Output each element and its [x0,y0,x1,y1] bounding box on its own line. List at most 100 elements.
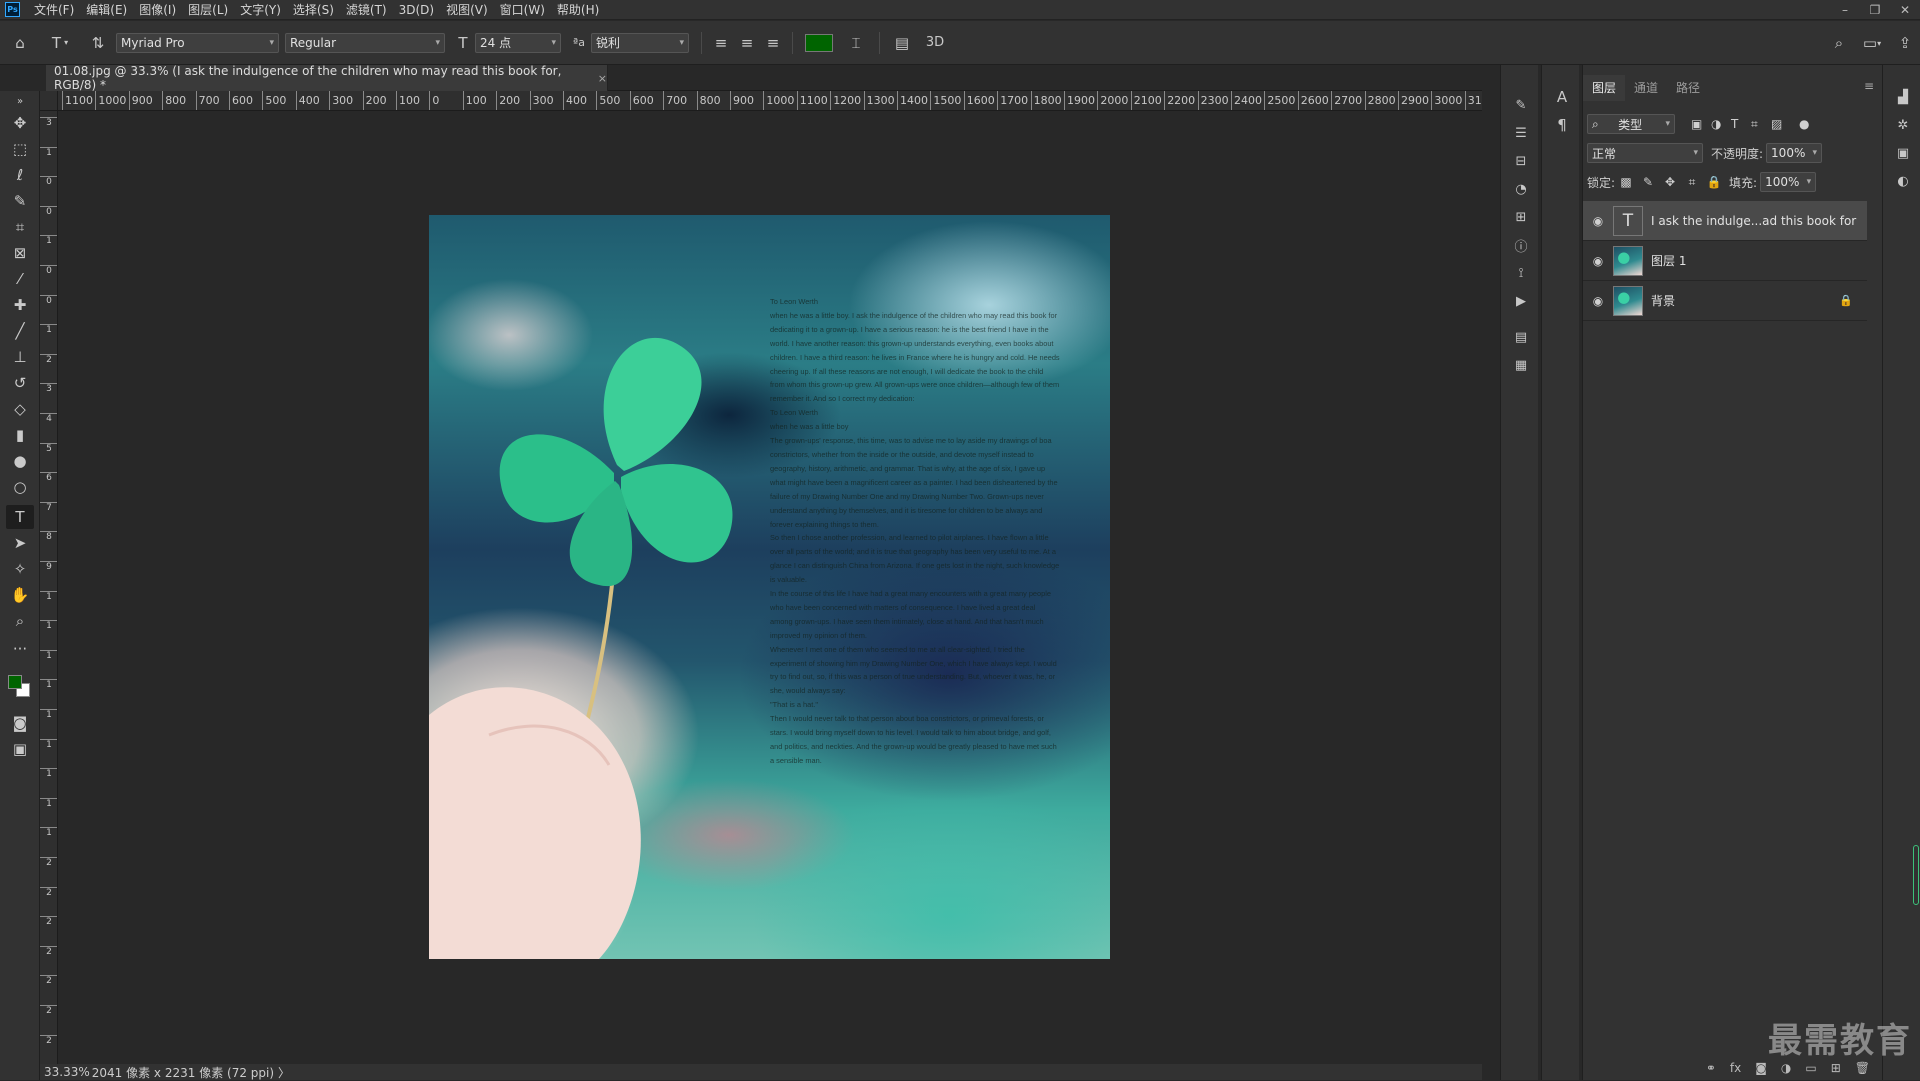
properties-icon[interactable]: ▣ [1892,143,1914,163]
lock-all-icon[interactable]: 🔒 [1703,175,1725,189]
filter-pixel-icon[interactable]: ▣ [1691,117,1711,131]
restore-icon[interactable]: ❐ [1860,0,1890,20]
navigator-icon[interactable]: ✲ [1892,115,1914,135]
minimize-icon[interactable]: – [1830,0,1860,20]
link-layers-icon[interactable]: ⚭ [1706,1061,1716,1075]
screen-mode-icon[interactable]: ▣ [6,737,34,761]
vertical-ruler[interactable]: 31001001234567891111111112222222 [40,111,58,1064]
font-size-select[interactable]: 24 点▾ [475,33,561,53]
channels-icon[interactable]: ⊞ [1510,207,1532,227]
document-tab[interactable]: 01.08.jpg @ 33.3% (I ask the indulgence … [46,65,608,91]
history-brush-tool-icon[interactable]: ↺ [6,371,34,395]
eye-icon[interactable]: ◉ [1583,254,1613,268]
3d-button[interactable]: 3D [918,29,952,57]
quick-select-tool-icon[interactable]: ✎ [6,189,34,213]
menu-select[interactable]: 选择(S) [287,0,340,20]
shape-tool-icon[interactable]: ✧ [6,557,34,581]
collapse-arrows-icon[interactable]: » [6,95,34,107]
delete-layer-icon[interactable]: 🗑 [1855,1061,1870,1075]
lock-artboard-icon[interactable]: ⌗ [1681,175,1703,190]
align-right-icon[interactable]: ≡ [760,29,786,57]
new-group-icon[interactable]: ▭ [1805,1061,1816,1075]
lock-image-icon[interactable]: ✎ [1637,175,1659,189]
search-icon[interactable]: ⌕ [1824,29,1854,57]
fill-input[interactable]: 100%▾ [1760,172,1816,192]
eye-icon[interactable]: ◉ [1583,294,1613,308]
font-style-select[interactable]: Regular▾ [285,33,445,53]
hand-tool-icon[interactable]: ✋ [6,583,34,607]
menu-edit[interactable]: 编辑(E) [80,0,133,20]
toggle-text-orientation-icon[interactable]: ⇅ [80,29,116,57]
brush-settings-icon[interactable]: ✎ [1510,95,1532,115]
filter-toggle-icon[interactable]: ● [1799,117,1819,131]
actions-play-icon[interactable]: ▶ [1510,291,1532,311]
opacity-input[interactable]: 100%▾ [1766,143,1822,163]
menu-image[interactable]: 图像(I) [133,0,182,20]
ruler-origin[interactable] [40,91,58,111]
status-menu-arrow[interactable]: 〉 [278,1064,290,1081]
warp-text-icon[interactable]: ⌶ [839,29,873,57]
menu-filter[interactable]: 滤镜(T) [340,0,393,20]
type-tool-preset-icon[interactable]: T▾ [40,29,80,57]
paths-icon[interactable]: ⟟ [1510,263,1532,283]
move-tool-icon[interactable]: ✥ [6,111,34,135]
marquee-tool-icon[interactable]: ⬚ [6,137,34,161]
zoom-tool-icon[interactable]: ⌕ [6,609,34,633]
menu-view[interactable]: 视图(V) [440,0,494,20]
menu-type[interactable]: 文字(Y) [234,0,287,20]
filter-shape-icon[interactable]: ⌗ [1751,117,1771,132]
info-icon[interactable]: ⓘ [1510,235,1532,255]
history-icon[interactable]: ◔ [1510,179,1532,199]
swatches-icon[interactable]: ◐ [1892,171,1914,191]
document-text-layer[interactable]: To Leon Werthwhen he was a little boy. I… [770,295,1060,768]
more-tools-icon[interactable]: ··· [6,637,34,661]
eyedropper-tool-icon[interactable]: ⁄ [6,267,34,291]
align-center-icon[interactable]: ≡ [734,29,760,57]
filter-smart-object-icon[interactable]: ▨ [1771,117,1791,131]
scroll-indicator[interactable] [1913,845,1919,905]
menu-help[interactable]: 帮助(H) [551,0,605,20]
paragraph-icon[interactable]: ¶ [1551,115,1573,135]
gradient-tool-icon[interactable]: ▮ [6,423,34,447]
menu-layer[interactable]: 图层(L) [182,0,234,20]
tab-channels[interactable]: 通道 [1625,75,1667,101]
workspace-icon[interactable]: ▭▾ [1854,29,1890,57]
color-swatches[interactable] [6,671,34,703]
clone-stamp-tool-icon[interactable]: ⊥ [6,345,34,369]
menu-window[interactable]: 窗口(W) [494,0,551,20]
foreground-color-swatch[interactable] [8,675,22,689]
home-icon[interactable]: ⌂ [0,29,40,57]
panel-menu-icon[interactable]: ≡ [1864,79,1874,93]
histogram-icon[interactable]: ▟ [1892,87,1914,107]
horizontal-ruler[interactable]: 1100100090080070060050040030020010001002… [58,91,1482,111]
antialias-select[interactable]: 锐利▾ [591,33,689,53]
lasso-tool-icon[interactable]: ℓ [6,163,34,187]
add-mask-icon[interactable]: ◙ [1755,1061,1767,1075]
brush-tool-icon[interactable]: ╱ [6,319,34,343]
layer-comps-icon[interactable]: ▤ [1510,327,1532,347]
zoom-level[interactable]: 33.33% [44,1065,90,1079]
fx-icon[interactable]: fx [1730,1061,1741,1075]
close-window-icon[interactable]: ✕ [1890,0,1920,20]
layer-row-text[interactable]: ◉ T I ask the indulge...ad this book for [1583,201,1867,241]
menu-3d[interactable]: 3D(D) [393,0,440,20]
blur-tool-icon[interactable]: ● [6,449,34,473]
text-color-swatch[interactable] [805,34,833,52]
document-image[interactable]: To Leon Werthwhen he was a little boy. I… [429,215,1110,959]
layer-filter-select[interactable]: ⌕类型▾ [1587,114,1675,134]
filter-adjustment-icon[interactable]: ◑ [1711,117,1731,131]
type-tool-icon[interactable]: T [6,505,34,529]
healing-brush-tool-icon[interactable]: ✚ [6,293,34,317]
font-family-select[interactable]: Myriad Pro▾ [116,33,279,53]
notes-icon[interactable]: ▦ [1510,355,1532,375]
crop-tool-icon[interactable]: ⌗ [6,215,34,239]
quick-mask-icon[interactable]: ◙ [6,711,34,735]
dodge-tool-icon[interactable]: ○ [6,475,34,499]
path-selection-tool-icon[interactable]: ➤ [6,531,34,555]
tab-close-icon[interactable]: × [598,72,607,85]
align-left-icon[interactable]: ≡ [708,29,734,57]
new-adjustment-icon[interactable]: ◑ [1781,1061,1791,1075]
lock-transparent-icon[interactable]: ▩ [1615,175,1637,189]
character-panel-icon[interactable]: ▤ [886,29,918,57]
lock-position-icon[interactable]: ✥ [1659,175,1681,189]
